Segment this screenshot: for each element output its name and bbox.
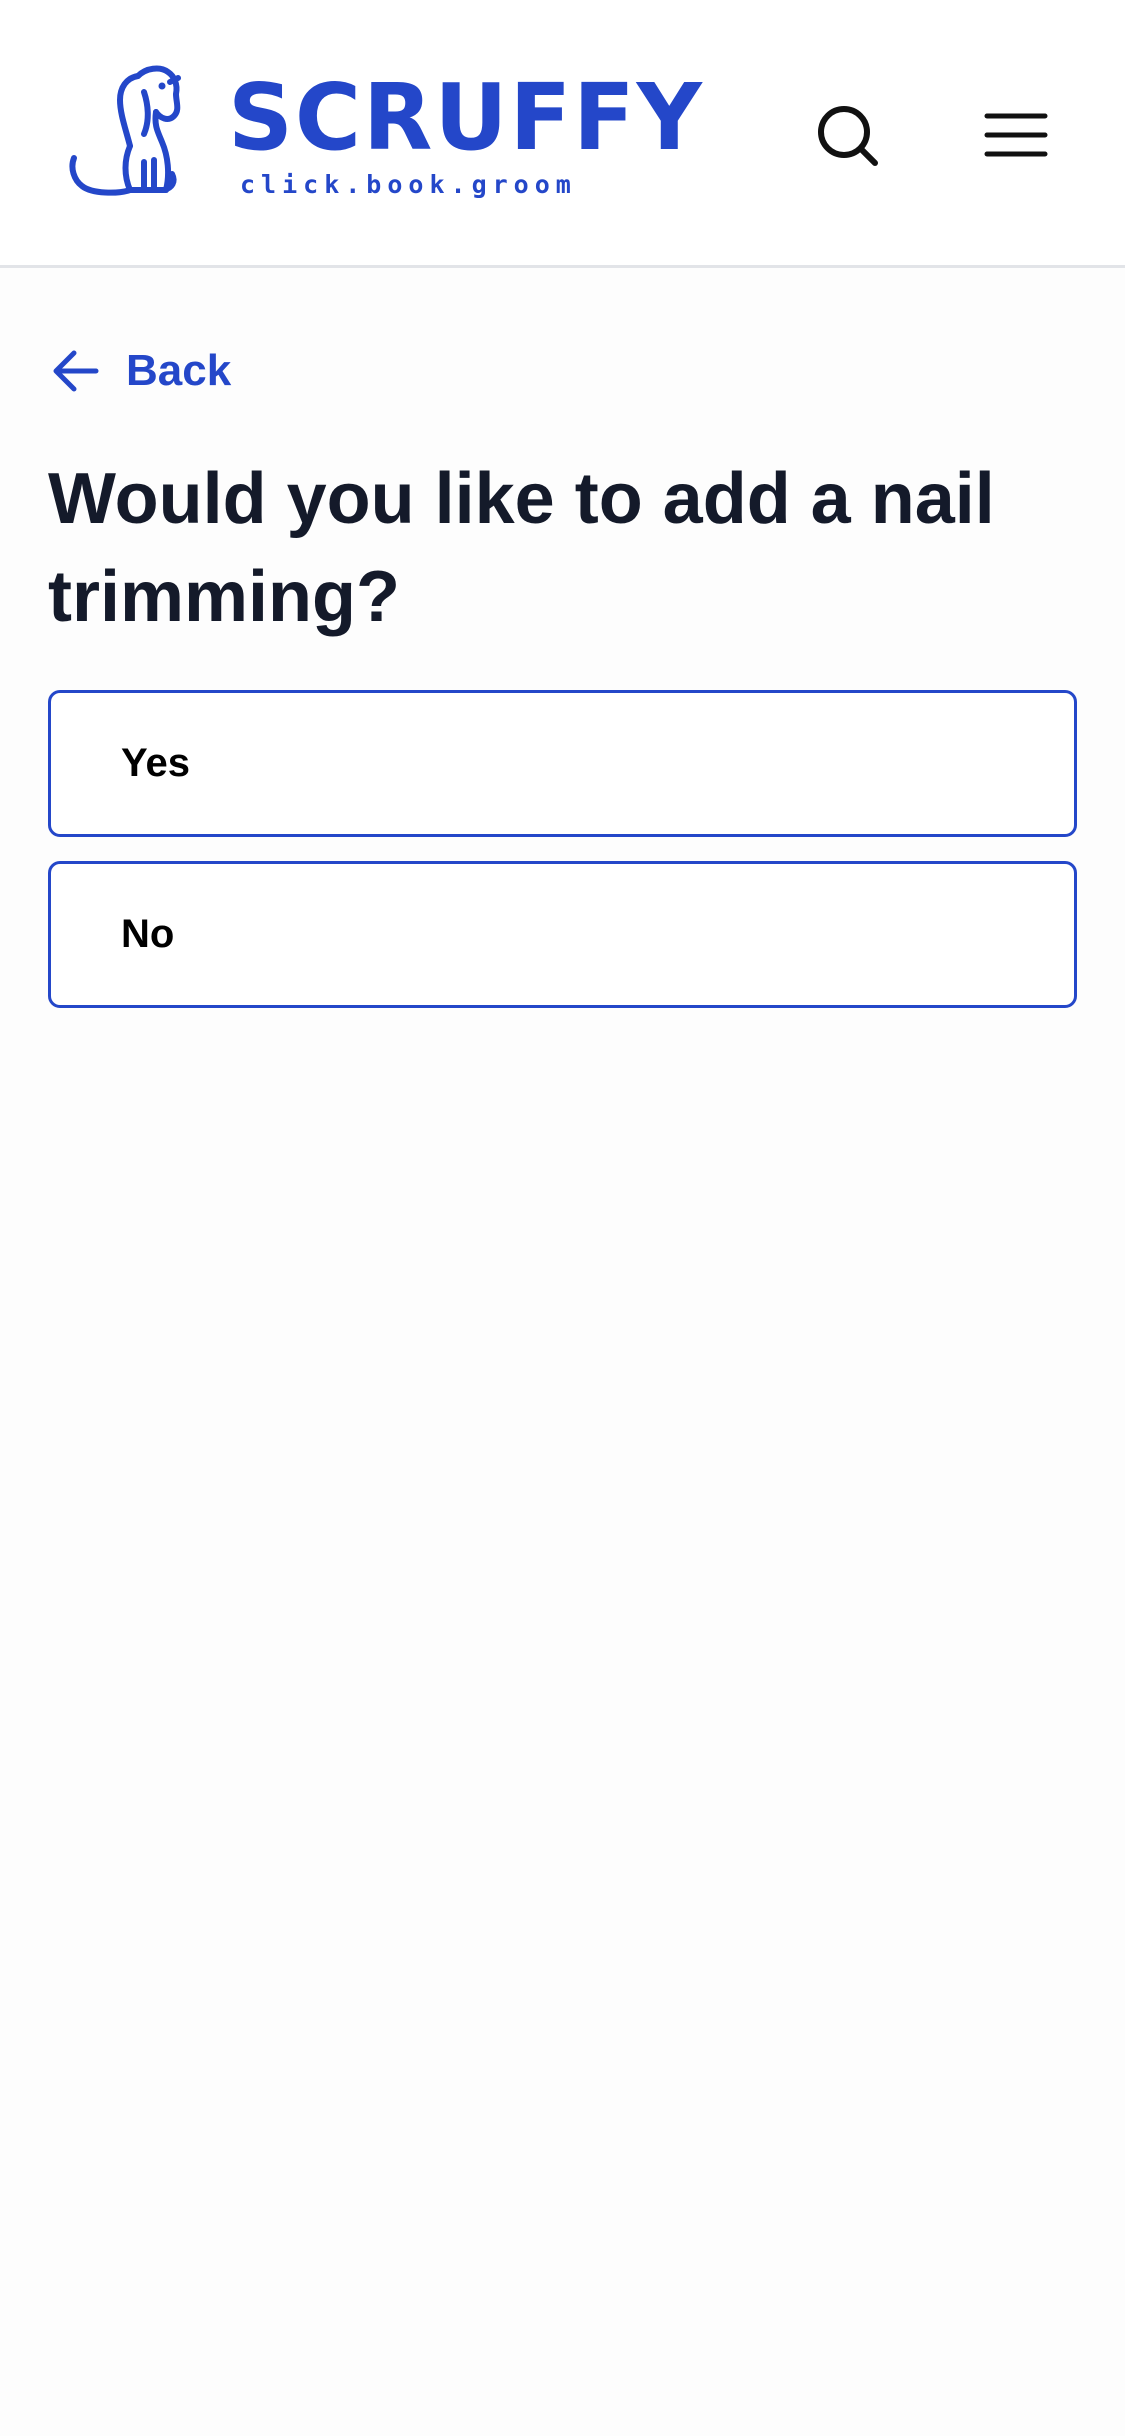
option-yes-button[interactable]: Yes — [48, 690, 1077, 837]
search-icon — [818, 106, 878, 166]
logo-wordmark: SCRUFFY — [228, 64, 704, 171]
option-label: No — [121, 912, 175, 956]
back-label: Back — [126, 346, 232, 395]
arrow-left-icon — [53, 350, 99, 392]
dog-icon — [69, 65, 181, 196]
menu-button[interactable] — [976, 96, 1056, 176]
back-link[interactable]: Back — [52, 340, 231, 402]
question-title: Would you like to add a nail trimming? — [48, 459, 995, 637]
scruffy-logo[interactable]: SCRUFFY click.book.groom — [68, 64, 702, 204]
site-header: SCRUFFY click.book.groom — [0, 0, 1125, 268]
hamburger-menu-icon — [984, 113, 1048, 157]
logo-tagline: click.book.groom — [240, 170, 577, 199]
option-label: Yes — [121, 741, 190, 785]
search-button[interactable] — [808, 96, 888, 176]
option-no-button[interactable]: No — [48, 861, 1077, 1008]
